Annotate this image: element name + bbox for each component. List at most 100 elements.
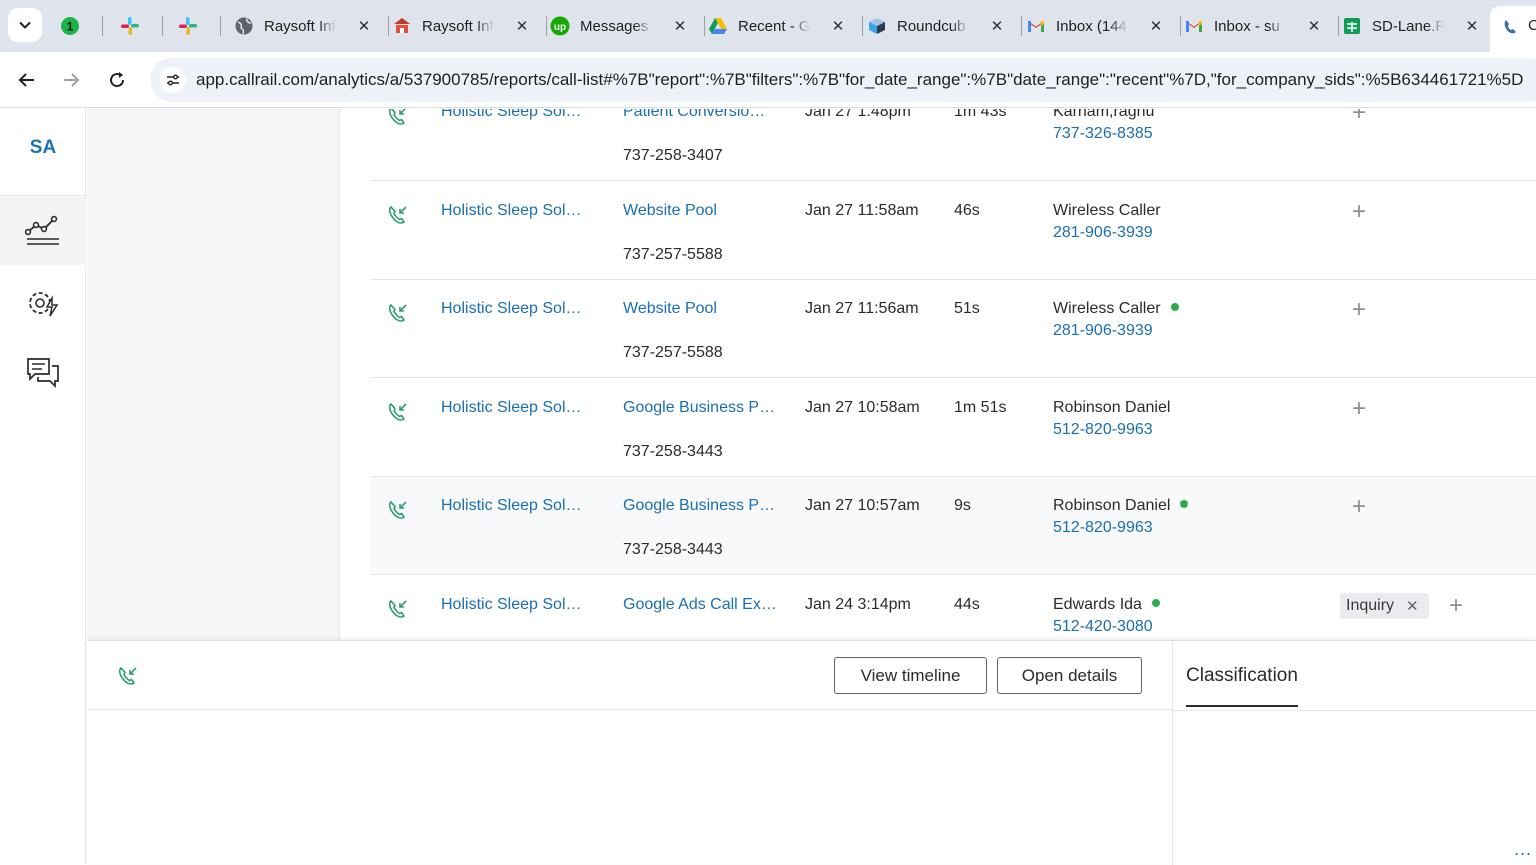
arrow-left-icon xyxy=(18,73,34,87)
source-link[interactable]: Patient Conversio… xyxy=(623,109,765,121)
tab-classification[interactable]: Classification xyxy=(1186,665,1298,707)
status-dot xyxy=(1151,599,1160,607)
company-link[interactable]: Holistic Sleep Sol… xyxy=(441,399,582,417)
add-tag-button[interactable]: + xyxy=(1347,198,1371,225)
upwork-icon: up xyxy=(550,16,570,36)
browser-tab[interactable]: Inbox - su ✕ xyxy=(1184,8,1324,44)
tab-close-icon[interactable]: ✕ xyxy=(670,16,690,36)
url-text[interactable]: app.callrail.com/analytics/a/537900785/r… xyxy=(196,70,1523,90)
tab-close-icon[interactable]: ✕ xyxy=(512,16,532,36)
browser-tab[interactable]: Roundcub ✕ xyxy=(867,8,1007,44)
tab-separator xyxy=(546,16,547,36)
reload-button[interactable] xyxy=(100,63,134,97)
browser-tab[interactable]: Raysoft Inf ✕ xyxy=(234,8,374,44)
call-date: Jan 24 3:14pm xyxy=(805,596,911,613)
call-row[interactable]: Holistic Sleep Sol… Google Business P… 737… xyxy=(371,379,1536,477)
back-button[interactable] xyxy=(10,63,44,97)
add-tag-button[interactable]: + xyxy=(1347,493,1371,520)
inbound-call-icon xyxy=(387,109,409,132)
tab-close-icon[interactable]: ✕ xyxy=(987,16,1007,36)
add-tag-button[interactable]: + xyxy=(1347,109,1371,126)
tab-label: SD-Lane.R xyxy=(1372,17,1444,35)
source-link[interactable]: Website Pool xyxy=(623,202,717,220)
caller-name: Karnam,raghu xyxy=(1053,109,1155,120)
browser-tab[interactable]: Recent - G ✕ xyxy=(708,8,848,44)
tab-close-icon[interactable]: ✕ xyxy=(354,16,374,36)
company-link[interactable]: Holistic Sleep Sol… xyxy=(441,497,582,515)
tab-separator xyxy=(1338,16,1339,36)
call-date: Jan 27 11:56am xyxy=(805,300,919,317)
sidebar-divider xyxy=(0,195,86,196)
tab-close-icon[interactable]: ✕ xyxy=(1304,16,1324,36)
browser-tab[interactable]: 1 xyxy=(60,8,80,44)
call-row[interactable]: Holistic Sleep Sol… Website Pool 737-257-5… xyxy=(371,182,1536,280)
caller-name: Wireless Caller xyxy=(1053,202,1161,219)
account-initials[interactable]: SA xyxy=(0,137,86,159)
source-link[interactable]: Google Business P… xyxy=(623,399,775,417)
slack-icon xyxy=(120,16,140,36)
address-bar[interactable]: app.callrail.com/analytics/a/537900785/r… xyxy=(150,58,1536,102)
browser-tab[interactable]: Inbox (144 ✕ xyxy=(1026,8,1166,44)
sidebar-item-analytics[interactable] xyxy=(0,197,86,265)
call-date: Jan 27 10:58am xyxy=(805,399,920,416)
tab-active-callrail[interactable]: C xyxy=(1490,6,1536,52)
svg-text:up: up xyxy=(554,22,566,33)
caller-phone-link[interactable]: 281-906-3939 xyxy=(1053,322,1153,340)
source-link[interactable]: Google Business P… xyxy=(623,497,775,515)
inbound-call-icon xyxy=(387,401,409,428)
sidebar-item-conversations[interactable] xyxy=(0,339,86,407)
sidebar-item-settings[interactable] xyxy=(0,269,86,337)
app-sidebar: SA xyxy=(0,109,86,864)
source-link[interactable]: Google Ads Call Ex… xyxy=(623,596,777,614)
tab-close-icon[interactable]: ✕ xyxy=(828,16,848,36)
add-tag-button[interactable]: + xyxy=(1347,395,1371,422)
more-options-button[interactable]: ... xyxy=(1514,839,1532,860)
tab-separator xyxy=(862,16,863,36)
browser-tab[interactable]: up Messages ✕ xyxy=(550,8,690,44)
caller-phone-link[interactable]: 512-820-9963 xyxy=(1053,421,1153,439)
caller-name: Wireless Caller xyxy=(1053,300,1161,317)
inbound-call-icon xyxy=(387,598,409,625)
site-settings-button[interactable] xyxy=(160,67,186,93)
tab-close-icon[interactable]: ✕ xyxy=(1146,16,1166,36)
tab-label: Roundcub xyxy=(897,17,966,35)
svg-text:1: 1 xyxy=(67,20,74,34)
add-tag-button[interactable]: + xyxy=(1444,592,1468,619)
browser-tab[interactable] xyxy=(178,8,198,44)
browser-tab-strip: 1 Raysoft Inf ✕ Raysoft Inf ✕ up Messages ✕ Rece… xyxy=(0,0,1536,52)
view-timeline-button[interactable]: View timeline xyxy=(834,657,987,694)
call-row[interactable]: Holistic Sleep Sol… Google Business P… 737… xyxy=(371,477,1536,575)
browser-tab[interactable]: Raysoft Inf ✕ xyxy=(392,8,532,44)
tab-search-button[interactable] xyxy=(8,8,42,42)
call-duration: 46s xyxy=(954,202,980,219)
open-details-button[interactable]: Open details xyxy=(997,657,1142,694)
tab-separator xyxy=(162,16,163,36)
tab-close-icon[interactable]: ✕ xyxy=(1462,16,1482,36)
company-link[interactable]: Holistic Sleep Sol… xyxy=(441,596,582,614)
company-link[interactable]: Holistic Sleep Sol… xyxy=(441,300,582,318)
call-date: Jan 27 1:48pm xyxy=(805,109,911,120)
source-link[interactable]: Website Pool xyxy=(623,300,717,318)
caller-phone-link[interactable]: 512-820-9963 xyxy=(1053,519,1153,537)
add-tag-button[interactable]: + xyxy=(1347,296,1371,323)
globe-icon xyxy=(234,16,254,36)
call-row[interactable]: Holistic Sleep Sol… Patient Conversio… 737… xyxy=(371,109,1536,181)
caller-phone-link[interactable]: 512-420-3080 xyxy=(1053,618,1153,636)
company-link[interactable]: Holistic Sleep Sol… xyxy=(441,202,582,220)
call-duration: 1m 51s xyxy=(954,399,1007,416)
forward-button[interactable] xyxy=(54,63,88,97)
tag-label: Inquiry xyxy=(1346,597,1395,614)
gmail-icon xyxy=(1026,16,1046,36)
caller-name-cell: Wireless Caller xyxy=(1053,202,1161,220)
browser-toolbar: app.callrail.com/analytics/a/537900785/r… xyxy=(0,52,1536,108)
slack-icon xyxy=(178,16,198,36)
browser-tab[interactable]: SD-Lane.R ✕ xyxy=(1342,8,1482,44)
call-row[interactable]: Holistic Sleep Sol… Google Ads Call Ex… Ja… xyxy=(371,576,1536,640)
remove-tag-icon[interactable]: ✕ xyxy=(1406,597,1419,615)
caller-phone-link[interactable]: 737-326-8385 xyxy=(1053,125,1153,143)
arrow-right-icon xyxy=(64,73,80,87)
caller-phone-link[interactable]: 281-906-3939 xyxy=(1053,224,1153,242)
company-link[interactable]: Holistic Sleep Sol… xyxy=(441,109,582,121)
call-row[interactable]: Holistic Sleep Sol… Website Pool 737-257-5… xyxy=(371,280,1536,378)
browser-tab[interactable] xyxy=(120,8,140,44)
